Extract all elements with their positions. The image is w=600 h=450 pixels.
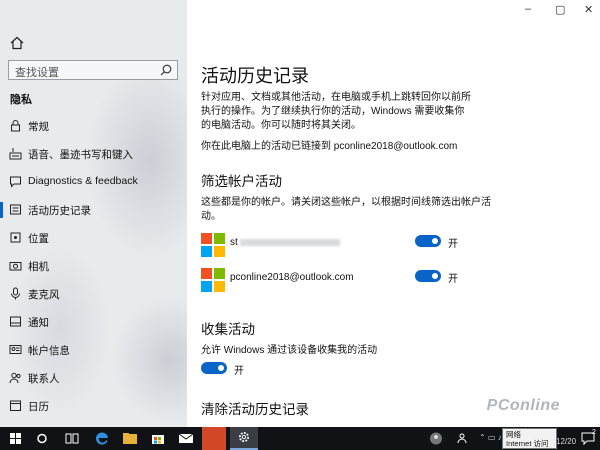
sidebar-item-diagnostics[interactable]: Diagnostics & feedback xyxy=(0,168,187,196)
sidebar-item-speech-inking[interactable]: 语音、墨迹书写和键入 xyxy=(0,140,187,168)
sidebar-nav: 常规 语音、墨迹书写和键入 Diagnostics & feedback 活动历… xyxy=(0,112,187,420)
sidebar-item-microphone[interactable]: 麦克风 xyxy=(0,280,187,308)
sidebar-item-label: 语音、墨迹书写和键入 xyxy=(28,149,133,161)
sidebar-item-label: 麦克风 xyxy=(28,289,60,301)
sidebar-item-label: 日历 xyxy=(28,401,49,413)
filter-heading: 筛选帐户活动 xyxy=(201,174,282,189)
page-title: 活动历史记录 xyxy=(201,66,309,86)
store-icon[interactable] xyxy=(146,427,170,450)
search-placeholder: 查找设置 xyxy=(15,67,59,79)
calendar-icon xyxy=(10,400,21,411)
sidebar-item-label: 帐户信息 xyxy=(28,345,70,357)
clear-heading: 清除活动历史记录 xyxy=(201,402,309,417)
intro-text: 针对应用、文档或其他活动，在电脑或手机上跳转回你以前所执行的操作。为了继续执行你… xyxy=(201,92,471,131)
windows-start-icon[interactable] xyxy=(4,427,28,450)
sidebar-item-calendar[interactable]: 日历 xyxy=(0,392,187,420)
file-explorer-icon[interactable] xyxy=(118,427,142,450)
search-input[interactable]: 查找设置 xyxy=(8,60,178,80)
microphone-icon xyxy=(11,287,20,300)
maximize-button[interactable]: ▢ xyxy=(555,3,565,16)
account-name: pconline2018@outlook.com xyxy=(230,272,354,283)
section-title: 隐私 xyxy=(10,94,32,106)
cortana-icon[interactable] xyxy=(30,427,54,450)
notification-badge: 2 xyxy=(592,429,596,436)
location-icon xyxy=(10,232,21,243)
sidebar-item-label: 通知 xyxy=(28,317,49,329)
sidebar-item-account-info[interactable]: 帐户信息 xyxy=(0,336,187,364)
camera-icon xyxy=(9,262,22,271)
tooltip-title: 网络 xyxy=(506,430,521,439)
sidebar-item-label: 相机 xyxy=(28,261,49,273)
sidebar-item-camera[interactable]: 相机 xyxy=(0,252,187,280)
contacts-icon xyxy=(9,372,21,384)
system-tray-icons[interactable]: ⌃ ▭ ♪ xyxy=(479,433,502,442)
clock-date[interactable]: 12/20 xyxy=(556,437,576,446)
connected-account-text: 你在此电脑上的活动已链接到 pconline2018@outlook.com xyxy=(201,141,458,152)
account-1-toggle-label: 开 xyxy=(448,239,458,250)
sidebar-item-label: 常规 xyxy=(28,121,49,133)
sidebar-item-notifications[interactable]: 通知 xyxy=(0,308,187,336)
microsoft-logo-icon xyxy=(201,233,225,257)
sidebar-item-location[interactable]: 位置 xyxy=(0,224,187,252)
network-tooltip: 网络 Internet 访问 xyxy=(502,428,557,449)
sidebar-item-contacts[interactable]: 联系人 xyxy=(0,364,187,392)
feedback-icon xyxy=(10,176,21,188)
search-icon[interactable] xyxy=(160,64,172,76)
notification-icon xyxy=(10,316,21,327)
edge-browser-icon[interactable] xyxy=(90,427,114,450)
action-center-icon[interactable] xyxy=(576,427,600,450)
watermark-logo: PConline xyxy=(486,397,560,414)
account-info-icon xyxy=(9,345,22,354)
collect-toggle-label: 开 xyxy=(234,366,244,377)
collect-toggle[interactable] xyxy=(201,362,227,374)
sidebar-item-label: 位置 xyxy=(28,233,49,245)
sidebar-item-general[interactable]: 常规 xyxy=(0,112,187,140)
user-avatar-icon[interactable] xyxy=(424,427,448,450)
pen-keyboard-icon xyxy=(9,148,22,160)
lock-icon xyxy=(11,120,20,132)
microsoft-logo-icon xyxy=(201,268,225,292)
close-button[interactable]: ✕ xyxy=(584,3,593,16)
redacted-text xyxy=(239,238,340,246)
account-2-toggle[interactable] xyxy=(415,270,441,282)
sidebar-item-label: 联系人 xyxy=(28,373,60,385)
minimize-button[interactable]: – xyxy=(525,3,531,15)
collect-description: 允许 Windows 通过该设备收集我的活动 xyxy=(201,345,378,356)
sidebar-item-label: Diagnostics & feedback xyxy=(28,175,138,187)
sidebar-item-label: 活动历史记录 xyxy=(28,205,91,217)
account-name: st xyxy=(230,237,340,248)
task-view-icon[interactable] xyxy=(60,427,84,450)
people-icon[interactable] xyxy=(452,427,476,450)
history-icon xyxy=(10,204,21,215)
sidebar-item-activity-history[interactable]: 活动历史记录 xyxy=(0,196,187,224)
tooltip-status: Internet 访问 xyxy=(506,439,549,448)
powerpoint-icon[interactable] xyxy=(202,427,226,450)
sidebar: 查找设置 隐私 常规 语音、墨迹书写和键入 Diagnostics & feed… xyxy=(0,0,187,427)
account-2-toggle-label: 开 xyxy=(448,274,458,285)
settings-gear-icon[interactable] xyxy=(230,427,258,450)
main-content: – ▢ ✕ 活动历史记录 针对应用、文档或其他活动，在电脑或手机上跳转回你以前所… xyxy=(187,0,600,427)
filter-description: 这些都是你的帐户。请关闭这些帐户，以根据时间线筛选出帐户活动。 xyxy=(201,197,491,222)
account-1-toggle[interactable] xyxy=(415,235,441,247)
collect-heading: 收集活动 xyxy=(201,322,255,337)
home-icon[interactable] xyxy=(10,36,24,50)
mail-icon[interactable] xyxy=(174,427,198,450)
